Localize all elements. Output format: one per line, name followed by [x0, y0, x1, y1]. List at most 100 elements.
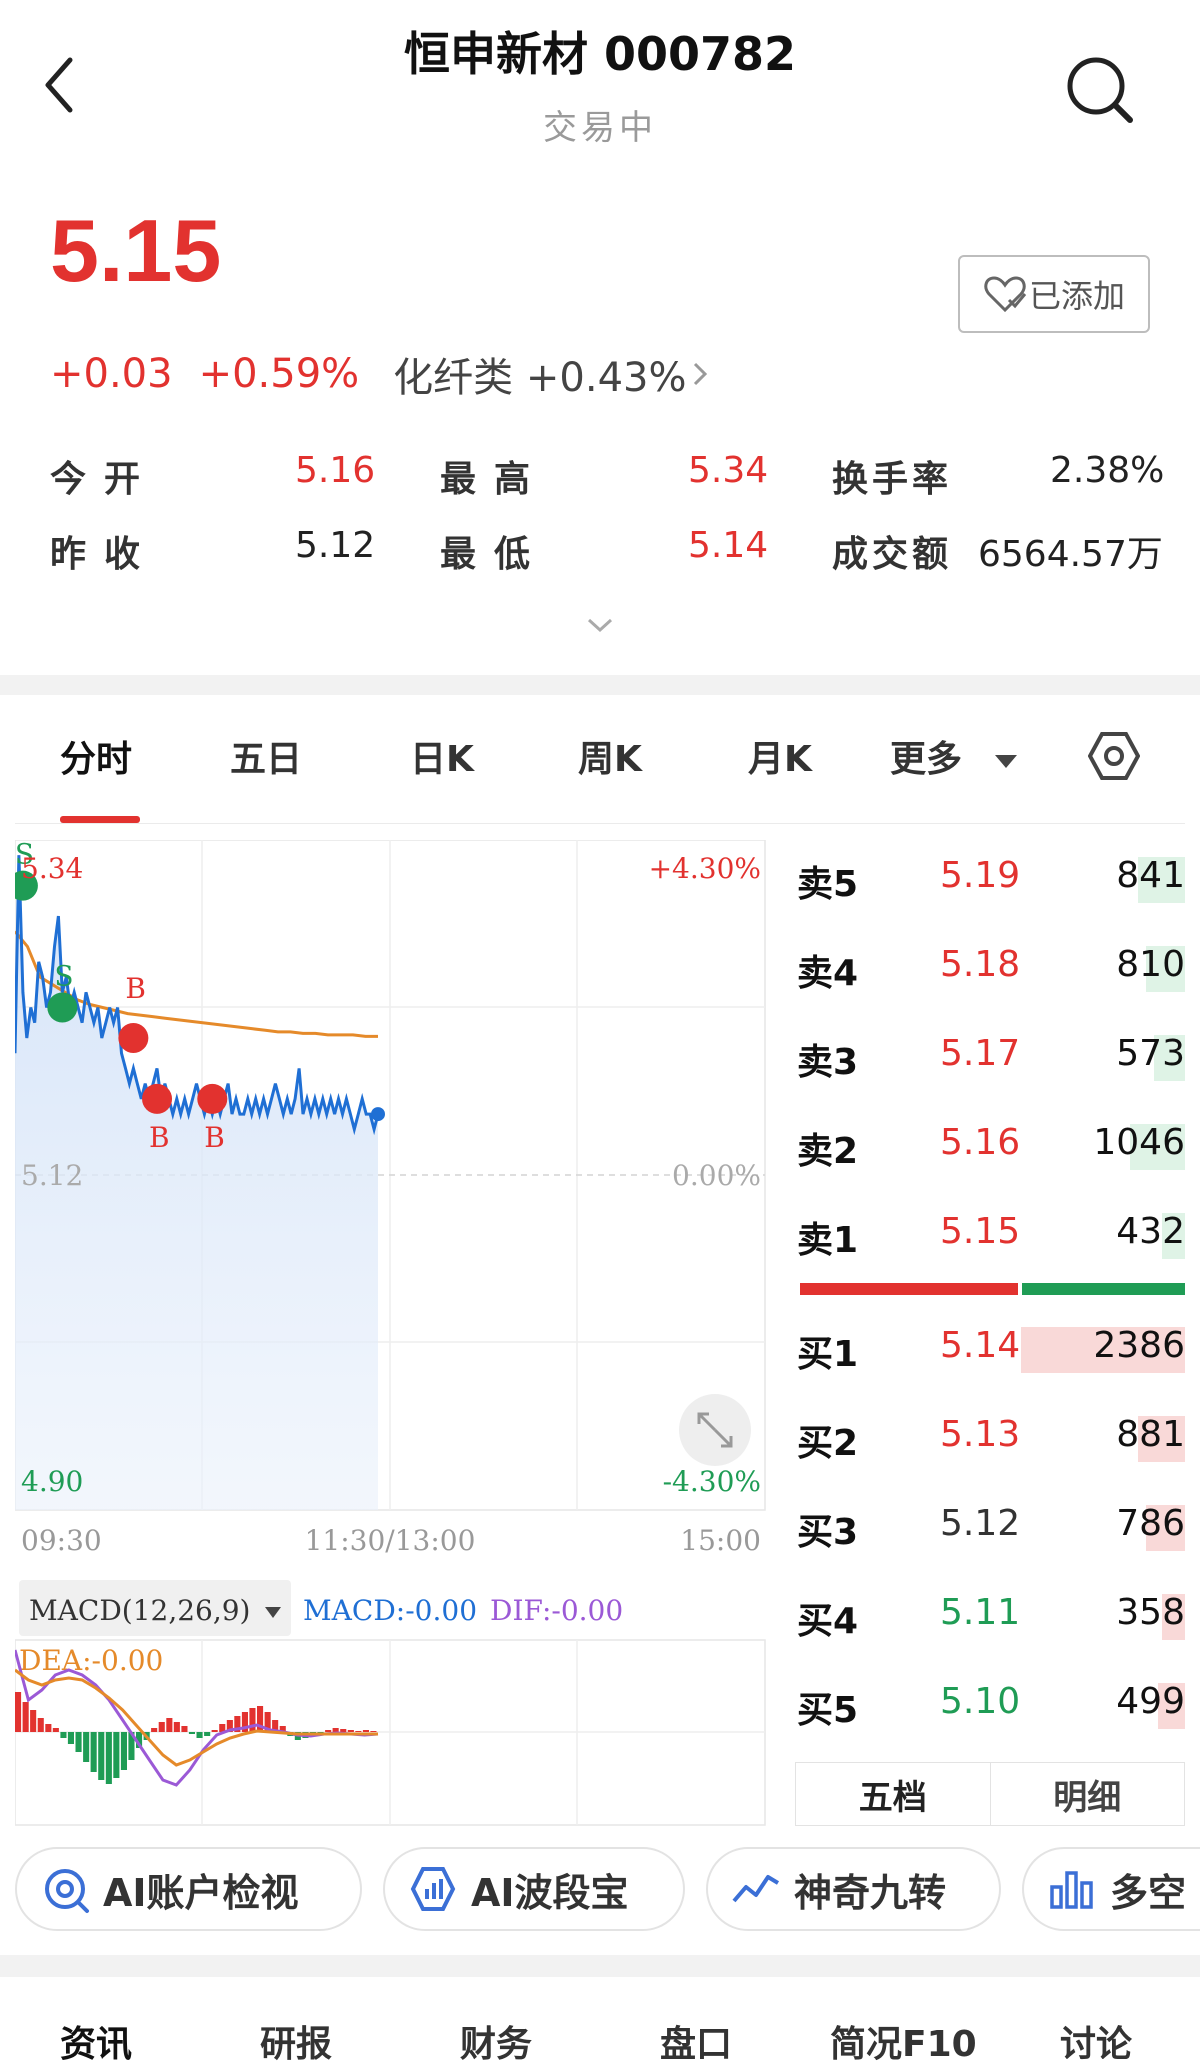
level-price: 5.14 [940, 1325, 1021, 1366]
stat-label-low: 最低 [440, 534, 549, 575]
caret-down-icon [994, 755, 1017, 768]
level-label: 卖5 [797, 864, 859, 905]
macd-bar [362, 1730, 369, 1732]
macd-bar [347, 1730, 354, 1732]
tab-intraday[interactable]: 分时 [60, 730, 132, 782]
stat-label-prev-close: 昨收 [50, 534, 159, 575]
level-label: 买5 [797, 1690, 859, 1731]
level-volume: 2386 [1093, 1325, 1185, 1366]
pill-label: AI波段宝 [471, 1870, 629, 1915]
eye-scan-icon [45, 1869, 89, 1913]
pill-label: AI账户检视 [103, 1870, 299, 1915]
pill-label: 神奇九转 [794, 1870, 947, 1915]
level-price: 5.10 [940, 1681, 1021, 1722]
signal-dot-b [142, 1083, 173, 1114]
intraday-chart[interactable]: SS BB B 5.34 5.12 4.90 +4.30% 0.00% -4.30%… [15, 840, 770, 1830]
level-label: 买2 [797, 1423, 859, 1464]
tab-monthly-k[interactable]: 月K [748, 730, 812, 782]
bid-row[interactable]: 买1 5.14 2386 [795, 1315, 1185, 1385]
tab-discussion[interactable]: 讨论 [1060, 2015, 1132, 2067]
macd-bar [37, 1718, 44, 1732]
level-label: 买3 [797, 1512, 859, 1553]
ai-account-review-button[interactable]: AI账户检视 [15, 1847, 362, 1931]
long-short-button[interactable]: 多空 [1022, 1847, 1200, 1931]
watchlist-added-button[interactable]: 已添加 [958, 255, 1150, 333]
macd-bar [166, 1718, 173, 1732]
macd-bar [158, 1722, 165, 1732]
level-label: 卖3 [797, 1042, 859, 1083]
macd-histogram [15, 1692, 377, 1784]
level-price: 5.18 [940, 944, 1021, 985]
macd-bar [151, 1728, 158, 1732]
expand-chevron[interactable] [585, 615, 615, 639]
fullscreen-button[interactable] [679, 1394, 751, 1466]
ai-wave-button[interactable]: AI波段宝 [383, 1847, 685, 1931]
level-price: 5.19 [940, 855, 1021, 896]
level-price: 5.12 [940, 1503, 1021, 1544]
y-axis-bottom-price: 4.90 [21, 1465, 83, 1498]
tab-daily-k[interactable]: 日K [410, 730, 474, 782]
macd-bar [60, 1732, 67, 1738]
tab-five-day[interactable]: 五日 [230, 730, 302, 782]
macd-bar [196, 1732, 203, 1738]
level-label: 卖4 [797, 953, 859, 994]
macd-bar [204, 1732, 211, 1736]
bid-row[interactable]: 买2 5.13 881 [795, 1404, 1185, 1474]
macd-bar [120, 1732, 127, 1770]
tab-research[interactable]: 研报 [260, 2015, 332, 2067]
tab-profile-f10[interactable]: 简况F10 [830, 2015, 977, 2067]
search-button[interactable] [1060, 50, 1140, 130]
tab-order-flow[interactable]: 盘口 [660, 2015, 732, 2067]
signal-dot-b [197, 1083, 228, 1114]
signal-dot-b [118, 1022, 149, 1053]
tab-weekly-k[interactable]: 周K [578, 730, 642, 782]
macd-bar [22, 1702, 29, 1732]
ask-row[interactable]: 卖1 5.15 432 [795, 1201, 1185, 1271]
bid-row[interactable]: 买3 5.12 786 [795, 1493, 1185, 1563]
sector-link[interactable]: 化纤类 +0.43% [393, 345, 686, 403]
ask-row[interactable]: 卖3 5.17 573 [795, 1023, 1185, 1093]
macd-bar [188, 1732, 195, 1734]
y-axis-bottom-pct: -4.30% [663, 1465, 761, 1498]
ask-row[interactable]: 卖5 5.19 841 [795, 845, 1185, 915]
pill-label: 多空 [1110, 1870, 1187, 1915]
sector-name: 化纤类 [393, 355, 514, 401]
macd-bar [340, 1729, 347, 1732]
tab-five-levels[interactable]: 五档 [796, 1763, 991, 1825]
tab-more[interactable]: 更多 [890, 730, 1019, 782]
current-price: 5.15 [50, 201, 222, 300]
dif-value: DIF:-0.00 [490, 1594, 623, 1627]
stat-value-amount: 6564.57万 [978, 534, 1163, 575]
stat-label-high: 最高 [440, 459, 549, 500]
last-price-dot [371, 1107, 385, 1122]
chevron-right-icon [694, 362, 708, 386]
signal-label-s: S [54, 960, 73, 993]
magic-nine-button[interactable]: 神奇九转 [706, 1847, 1001, 1931]
level-price: 5.16 [940, 1122, 1021, 1163]
level-volume: 881 [1116, 1414, 1185, 1455]
search-icon [1067, 57, 1133, 123]
tab-news[interactable]: 资讯 [60, 2015, 132, 2067]
macd-bar [105, 1732, 112, 1784]
ask-row[interactable]: 卖4 5.18 810 [795, 934, 1185, 1004]
level-volume: 499 [1116, 1681, 1185, 1722]
tab-details[interactable]: 明细 [991, 1763, 1185, 1825]
macd-value: MACD:-0.00 [303, 1594, 477, 1627]
chart-settings-button[interactable] [1087, 730, 1141, 786]
tab-finance[interactable]: 财务 [460, 2015, 532, 2067]
signal-dot-s [47, 992, 78, 1023]
stock-title: 恒申新材 000782 [403, 27, 797, 81]
change-row: +0.03 +0.59% 化纤类 +0.43% [50, 345, 710, 403]
bid-row[interactable]: 买5 5.10 499 [795, 1671, 1185, 1741]
macd-selector[interactable]: MACD(12,26,9) [29, 1594, 250, 1627]
macd-bar [370, 1731, 377, 1732]
macd-bar [173, 1722, 180, 1732]
heart-check-icon [984, 276, 1027, 313]
stat-value-prev-close: 5.12 [295, 525, 376, 566]
dea-line [15, 1668, 378, 1767]
ask-row[interactable]: 卖2 5.16 1046 [795, 1112, 1185, 1182]
sector-change: +0.43% [525, 355, 687, 401]
level-volume: 432 [1116, 1211, 1185, 1252]
macd-bar [45, 1724, 52, 1732]
bid-row[interactable]: 买4 5.11 358 [795, 1582, 1185, 1652]
